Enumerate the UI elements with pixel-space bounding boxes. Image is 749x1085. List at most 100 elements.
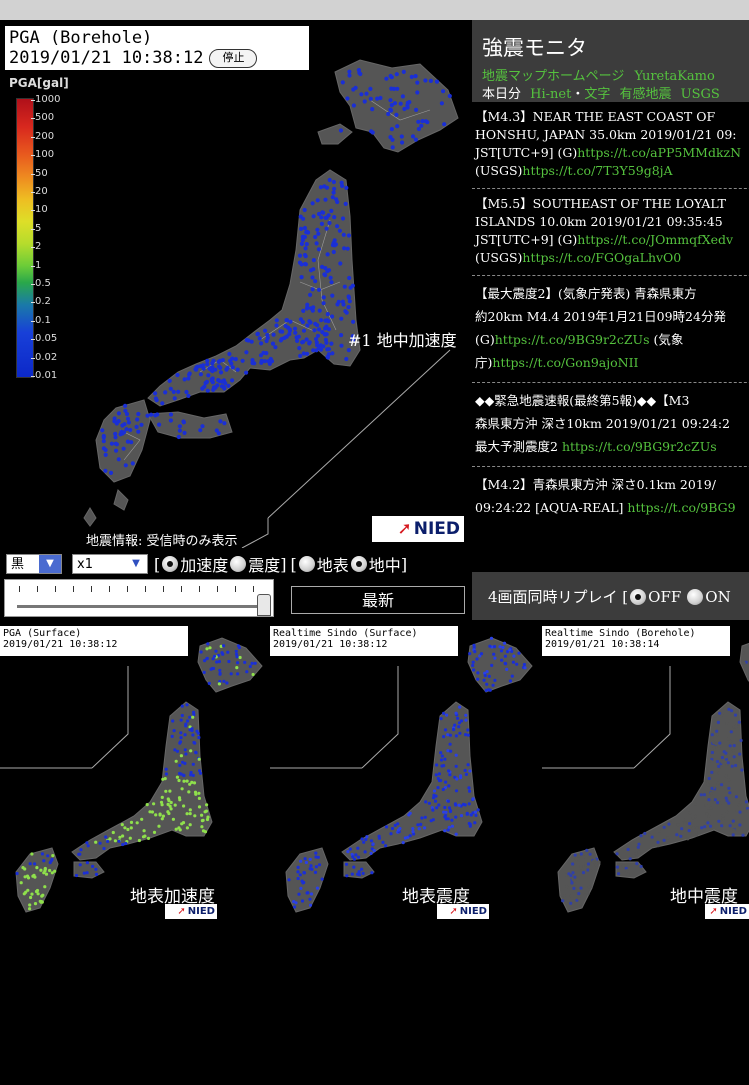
station-dot [200, 386, 205, 391]
station-dot [508, 648, 512, 652]
station-dot [468, 652, 472, 656]
feed-link[interactable]: https://t.co/aPP5MMdkzN [577, 145, 741, 160]
station-dot [33, 862, 37, 866]
feed-link[interactable]: https://t.co/9BG9 [627, 500, 735, 515]
replay-label: 4画面同時リプレイ [ [488, 588, 629, 606]
link-yukan[interactable]: 有感地震 [620, 87, 672, 102]
feed-link[interactable]: https://t.co/9BG9r2cZUs [495, 332, 650, 347]
link-yuretakamo[interactable]: YuretaKamo [635, 69, 715, 84]
station-dot [710, 750, 714, 755]
separator-dot: ・ [571, 87, 585, 102]
radio-surface[interactable] [298, 556, 315, 572]
station-dot [466, 763, 470, 767]
station-dot [310, 287, 315, 292]
radio-acceleration[interactable] [162, 556, 179, 572]
station-dot [583, 893, 587, 897]
radio-replay-on[interactable] [687, 588, 704, 605]
station-dot [29, 895, 33, 900]
link-moji[interactable]: 文字 [584, 87, 610, 102]
station-dot [53, 869, 57, 873]
small-map-sindo-borehole[interactable]: Realtime Sindo (Borehole) 2019/01/21 10:… [542, 626, 749, 920]
radio-borehole-label: 地中 [368, 556, 401, 575]
radio-replay-off[interactable] [630, 588, 647, 605]
station-dot [197, 805, 202, 809]
color-select[interactable]: 黒 ▼ [6, 554, 62, 574]
station-dot [255, 332, 260, 337]
station-dot [314, 337, 319, 342]
station-dot [344, 185, 349, 190]
station-dot [125, 416, 131, 421]
station-dot [372, 849, 376, 853]
station-dot [447, 93, 452, 99]
legend-tick-label: 0.05 [30, 333, 58, 345]
feed-link[interactable]: https://t.co/JOmmqfXedv [577, 232, 733, 247]
station-dot [104, 835, 108, 839]
station-dot [704, 803, 708, 807]
station-dot [411, 830, 415, 834]
station-dot [100, 428, 105, 433]
station-dot [327, 220, 332, 226]
station-dot [442, 764, 446, 768]
station-dot [134, 424, 139, 429]
link-hinet[interactable]: Hi-net [530, 87, 571, 102]
small-map-sindo-surface[interactable]: Realtime Sindo (Surface) 2019/01/21 10:3… [270, 626, 540, 920]
station-dot [103, 452, 108, 457]
station-dot [305, 229, 310, 234]
main-map-panel[interactable]: PGA (Borehole) 2019/01/21 10:38:12 停止 PG… [0, 20, 468, 548]
station-dot [205, 803, 209, 807]
station-dot [163, 777, 167, 781]
station-dot [648, 833, 652, 837]
station-dot [735, 809, 739, 813]
stop-button[interactable]: 停止 [209, 48, 258, 68]
station-dot [308, 903, 313, 907]
feed-link[interactable]: https://t.co/Gon9ajoNII [492, 355, 638, 370]
station-dot [428, 78, 433, 83]
station-dot [200, 424, 205, 429]
station-dot [370, 871, 374, 875]
station-dot [386, 111, 391, 117]
latest-button[interactable]: 最新 [291, 586, 465, 614]
station-dot [86, 844, 90, 848]
station-dot [305, 323, 310, 328]
station-dot [46, 854, 50, 858]
quake-feed[interactable]: 【M4.3】NEAR THE EAST COAST OF HONSHU, JAP… [472, 102, 749, 572]
feed-link[interactable]: https://t.co/7T3Y59g8jA [522, 163, 672, 178]
station-dot [327, 177, 332, 183]
feed-link[interactable]: https://t.co/FGOgaLhvO0 [522, 250, 681, 265]
radio-borehole[interactable] [350, 556, 367, 572]
station-dot [695, 826, 699, 830]
station-dot [717, 764, 721, 768]
speed-select[interactable]: x1 ▼ [72, 554, 148, 574]
station-dot [221, 385, 227, 390]
link-usgs[interactable]: USGS [681, 87, 720, 102]
station-dot [440, 754, 444, 758]
station-dot [169, 807, 173, 811]
station-dot [187, 790, 191, 794]
station-dot [329, 341, 334, 346]
slider-track [17, 605, 261, 608]
station-dot [32, 873, 36, 877]
station-dot [722, 750, 726, 754]
station-dot [705, 812, 709, 816]
radio-intensity[interactable] [230, 556, 247, 572]
station-dot [28, 862, 32, 866]
small-map-pga-surface[interactable]: PGA (Surface) 2019/01/21 10:38:12 地表加速度 … [0, 626, 268, 920]
station-dot [351, 103, 356, 108]
station-dot [707, 814, 711, 818]
station-dot [168, 418, 173, 423]
station-dot [738, 752, 742, 756]
station-dot [212, 654, 217, 658]
station-dot [445, 713, 449, 717]
color-select-value: 黒 [11, 557, 25, 572]
station-dot [449, 749, 453, 753]
station-dot [415, 80, 420, 85]
slider-thumb[interactable] [257, 594, 271, 616]
station-dot [259, 341, 264, 346]
station-dot [44, 872, 49, 876]
station-dot [731, 833, 735, 837]
time-slider[interactable] [4, 579, 274, 617]
station-dot [305, 302, 310, 307]
feed-link[interactable]: https://t.co/9BG9r2cZUs [562, 439, 717, 454]
station-dot [667, 822, 671, 826]
link-eqmap[interactable]: 地震マップホームページ [482, 69, 624, 84]
